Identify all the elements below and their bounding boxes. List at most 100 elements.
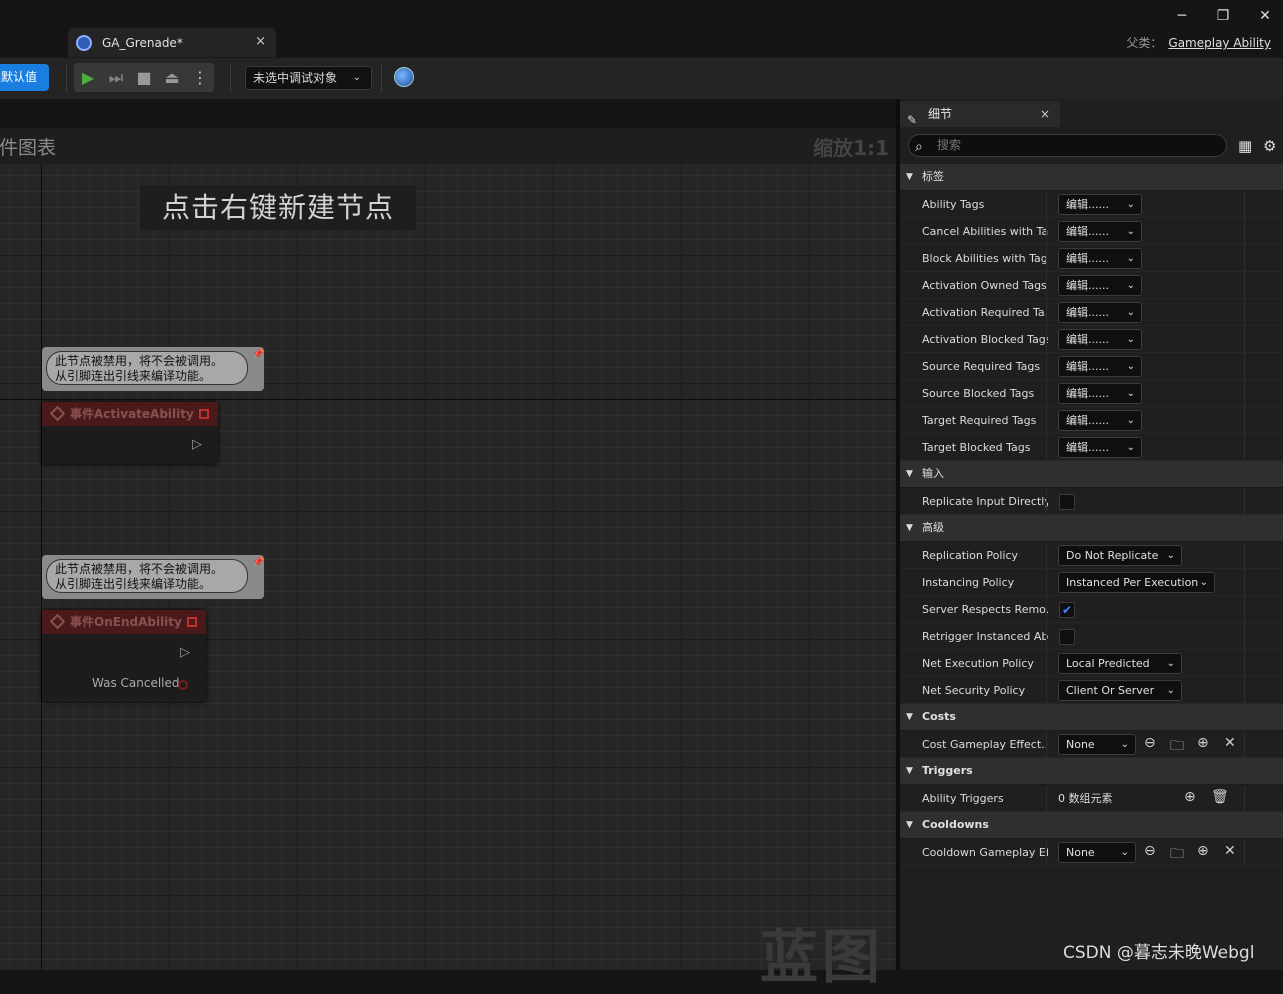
gear-icon[interactable]: ⚙: [1263, 137, 1276, 155]
event-node-on-end-ability[interactable]: 事件OnEndAbility ▷ Was Cancelled: [42, 610, 206, 702]
dropdown-value: Client Or Server: [1066, 684, 1155, 697]
add-icon[interactable]: ⊕: [1197, 843, 1209, 859]
pin-icon[interactable]: 📌: [252, 557, 264, 568]
step-icon[interactable]: ⏭: [102, 68, 130, 88]
collapse-arrow-icon[interactable]: ▼: [906, 164, 913, 190]
property-dropdown[interactable]: Client Or Server ⌄: [1058, 680, 1182, 701]
bool-output-pin[interactable]: [178, 680, 188, 690]
chevron-down-icon: ⌄: [1120, 739, 1129, 750]
stop-icon[interactable]: ■: [130, 68, 158, 87]
collapse-arrow-icon[interactable]: ▼: [906, 812, 913, 838]
chevron-down-icon: ⌄: [1199, 577, 1208, 588]
node-header: 事件ActivateAbility: [42, 402, 218, 426]
property-dropdown[interactable]: 编辑...... ⌄: [1058, 437, 1142, 458]
world-globe-icon[interactable]: [394, 67, 414, 87]
dropdown-value: 编辑......: [1066, 414, 1109, 427]
category-triggers[interactable]: ▼ Triggers: [900, 758, 1283, 785]
delegate-pin[interactable]: [187, 617, 197, 627]
property-label: Cost Gameplay Effect...: [922, 738, 1048, 751]
event-icon: [49, 405, 66, 422]
property-checkbox[interactable]: [1059, 629, 1075, 645]
clear-icon[interactable]: ✕: [1224, 843, 1236, 859]
toolbar-divider: [230, 64, 231, 92]
property-checkbox[interactable]: [1059, 494, 1075, 510]
property-dropdown[interactable]: 编辑...... ⌄: [1058, 194, 1142, 215]
delegate-pin[interactable]: [199, 409, 209, 419]
asset-picker[interactable]: None ⌄: [1058, 842, 1136, 863]
debug-object-select[interactable]: 未选中调试对象 ⌄: [245, 66, 372, 90]
details-tab[interactable]: ✎ 细节 ×: [900, 101, 1060, 127]
browse-folder-icon[interactable]: 🗀: [1170, 843, 1184, 867]
collapse-arrow-icon[interactable]: ▼: [906, 461, 913, 487]
node-title: 事件OnEndAbility: [70, 615, 182, 629]
details-search-input[interactable]: ⌕ 搜索: [908, 134, 1227, 157]
property-row: Net Security Policy Client Or Server ⌄: [900, 677, 1283, 704]
event-graph-canvas[interactable]: [0, 128, 896, 970]
category-advanced[interactable]: ▼ 高级: [900, 515, 1283, 542]
property-dropdown[interactable]: 编辑...... ⌄: [1058, 221, 1142, 242]
parent-label: 父类：: [1126, 36, 1163, 50]
use-selected-icon[interactable]: ⊖: [1144, 843, 1156, 859]
table-view-icon[interactable]: ▦: [1238, 137, 1252, 155]
tab-close-icon[interactable]: ×: [255, 34, 266, 49]
chevron-down-icon: ⌄: [1126, 253, 1135, 264]
property-label: Target Required Tags: [922, 414, 1037, 427]
exec-output-pin[interactable]: ▷: [192, 437, 202, 452]
column-divider: [1244, 488, 1245, 515]
collapse-arrow-icon[interactable]: ▼: [906, 704, 913, 730]
category-tags[interactable]: ▼ 标签: [900, 164, 1283, 191]
category-costs[interactable]: ▼ Costs: [900, 704, 1283, 731]
eject-icon[interactable]: ⏏: [158, 68, 186, 87]
parent-class-link[interactable]: Gameplay Ability: [1168, 36, 1271, 50]
column-divider: [1244, 407, 1245, 434]
comment-bubble: 此节点被禁用，将不会被调用。 从引脚连出引线来编译功能。: [46, 559, 248, 593]
property-dropdown[interactable]: 编辑...... ⌄: [1058, 248, 1142, 269]
trash-icon[interactable]: 🗑: [1211, 789, 1229, 805]
dropdown-value: 编辑......: [1066, 360, 1109, 373]
property-label: Server Respects Remo...: [922, 603, 1048, 616]
class-defaults-button[interactable]: 类默认值: [0, 64, 49, 91]
property-dropdown[interactable]: 编辑...... ⌄: [1058, 356, 1142, 377]
property-dropdown[interactable]: 编辑...... ⌄: [1058, 410, 1142, 431]
property-row: Target Required Tags 编辑...... ⌄: [900, 407, 1283, 434]
pin-icon[interactable]: 📌: [252, 349, 264, 360]
property-row: Net Execution Policy Local Predicted ⌄: [900, 650, 1283, 677]
close-window-icon[interactable]: ✕: [1255, 8, 1275, 26]
property-dropdown[interactable]: Instanced Per Execution ⌄: [1058, 572, 1215, 593]
browse-folder-icon[interactable]: 🗀: [1170, 735, 1184, 759]
use-selected-icon[interactable]: ⊖: [1144, 735, 1156, 751]
dropdown-value: 编辑......: [1066, 306, 1109, 319]
property-checkbox[interactable]: ✔: [1059, 602, 1075, 618]
property-label: Replicate Input Directly: [922, 495, 1048, 508]
exec-output-pin[interactable]: ▷: [180, 645, 190, 660]
property-dropdown[interactable]: Local Predicted ⌄: [1058, 653, 1182, 674]
comment-bubble: 此节点被禁用，将不会被调用。 从引脚连出引线来编译功能。: [46, 351, 248, 385]
event-icon: [49, 613, 66, 630]
add-icon[interactable]: ⊕: [1197, 735, 1209, 751]
property-dropdown[interactable]: 编辑...... ⌄: [1058, 275, 1142, 296]
property-dropdown[interactable]: 编辑...... ⌄: [1058, 329, 1142, 350]
details-tab-close-icon[interactable]: ×: [1040, 101, 1050, 127]
graph-title-text: 事件图表: [0, 137, 57, 159]
clear-icon[interactable]: ✕: [1224, 735, 1236, 751]
document-tab[interactable]: GA_Grenade* ×: [68, 28, 276, 57]
column-divider: [1244, 596, 1245, 623]
collapse-arrow-icon[interactable]: ▼: [906, 515, 913, 541]
property-dropdown[interactable]: 编辑...... ⌄: [1058, 383, 1142, 404]
add-element-icon[interactable]: ⊕: [1184, 789, 1196, 805]
property-dropdown[interactable]: Do Not Replicate ⌄: [1058, 545, 1182, 566]
restore-icon[interactable]: ❐: [1213, 8, 1233, 26]
collapse-arrow-icon[interactable]: ▼: [906, 758, 913, 784]
more-options-icon[interactable]: ⋮: [186, 68, 214, 87]
event-node-activate-ability[interactable]: 事件ActivateAbility ▷: [42, 402, 218, 464]
property-dropdown[interactable]: 编辑...... ⌄: [1058, 302, 1142, 323]
column-divider: [1046, 623, 1047, 650]
chevron-down-icon: ⌄: [1126, 415, 1135, 426]
play-icon[interactable]: ▶: [74, 68, 102, 87]
play-controls: ▶ ⏭ ■ ⏏ ⋮: [74, 63, 214, 92]
asset-picker[interactable]: None ⌄: [1058, 734, 1136, 755]
category-cooldowns[interactable]: ▼ Cooldowns: [900, 812, 1283, 839]
minimize-icon[interactable]: ─: [1172, 8, 1192, 26]
category-input[interactable]: ▼ 输入: [900, 461, 1283, 488]
column-divider: [1046, 542, 1047, 569]
